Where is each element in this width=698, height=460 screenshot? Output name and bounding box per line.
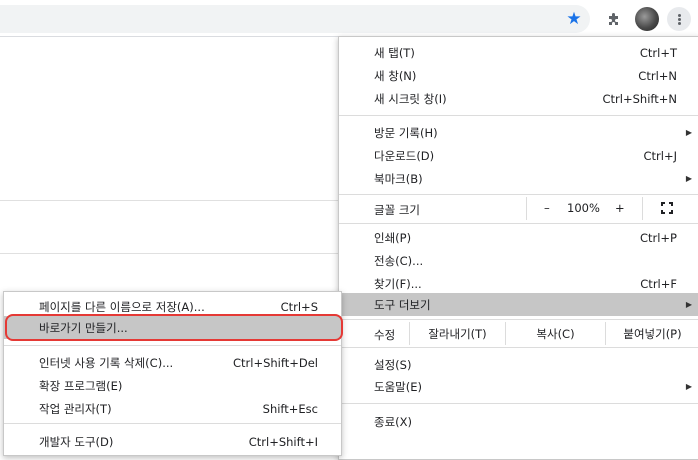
menu-item-label: 전송(C)... <box>374 253 424 268</box>
menu-item-downloads[interactable]: 다운로드(D) Ctrl+J <box>339 144 698 167</box>
menu-item-label: 종료(X) <box>374 414 413 429</box>
menu-separator <box>339 223 698 224</box>
menu-separator <box>339 194 698 195</box>
menu-item-label: 작업 관리자(T) <box>39 401 112 416</box>
menu-item-settings[interactable]: 설정(S) <box>339 353 698 376</box>
menu-item-new-window[interactable]: 새 창(N) Ctrl+N <box>339 64 698 87</box>
cut-button[interactable]: 잘라내기(T) <box>409 322 505 345</box>
copy-label: 복사(C) <box>536 326 575 341</box>
menu-item-shortcut: Ctrl+S <box>280 299 318 314</box>
page-divider <box>0 253 340 254</box>
menu-item-cast[interactable]: 전송(C)... <box>339 249 698 272</box>
menu-item-label: 새 창(N) <box>374 68 417 83</box>
page-divider <box>0 200 340 201</box>
chevron-right-icon: ▶ <box>685 382 692 391</box>
menu-item-shortcut: Ctrl+F <box>640 276 677 291</box>
zoom-in-button[interactable]: + <box>615 201 625 215</box>
submenu-item-dev-tools[interactable]: 개발자 도구(D) Ctrl+Shift+I <box>4 430 341 453</box>
menu-item-new-tab[interactable]: 새 탭(T) Ctrl+T <box>339 41 698 64</box>
menu-item-label: 새 탭(T) <box>374 45 415 60</box>
paste-label: 붙여넣기(P) <box>623 326 682 341</box>
fullscreen-icon[interactable] <box>661 202 673 214</box>
menu-item-label: 방문 기록(H) <box>374 125 438 140</box>
menu-item-help[interactable]: 도움말(E) ▶ <box>339 375 698 398</box>
menu-separator <box>339 403 698 404</box>
menu-item-history[interactable]: 방문 기록(H) ▶ <box>339 121 698 144</box>
chevron-right-icon: ▶ <box>685 300 692 309</box>
menu-item-shortcut: Shift+Esc <box>262 401 318 416</box>
menu-item-print[interactable]: 인쇄(P) Ctrl+P <box>339 226 698 249</box>
menu-separator <box>339 115 698 116</box>
menu-item-find[interactable]: 찾기(F)... Ctrl+F <box>339 272 698 295</box>
menu-item-shortcut: Ctrl+T <box>639 45 677 60</box>
menu-item-shortcut: Ctrl+N <box>638 68 677 83</box>
star-icon[interactable]: ★ <box>563 8 585 30</box>
menu-item-label: 인터넷 사용 기록 삭제(C)... <box>39 355 174 370</box>
chevron-right-icon: ▶ <box>685 128 692 137</box>
edit-label: 수정 <box>374 328 396 342</box>
menu-separator <box>4 423 341 424</box>
puzzle-icon[interactable] <box>603 8 625 30</box>
menu-item-label: 다운로드(D) <box>374 148 435 163</box>
menu-item-label: 페이지를 다른 이름으로 저장(A)... <box>39 299 205 314</box>
menu-item-new-incognito[interactable]: 새 시크릿 창(I) Ctrl+Shift+N <box>339 87 698 110</box>
menu-item-label: 인쇄(P) <box>374 230 412 245</box>
cut-label: 잘라내기(T) <box>428 326 487 341</box>
menu-item-more-tools[interactable]: 도구 더보기 ▶ <box>339 293 698 316</box>
more-tools-submenu: 페이지를 다른 이름으로 저장(A)... Ctrl+S 바로가기 만들기...… <box>3 291 343 456</box>
menu-separator <box>339 347 698 348</box>
menu-item-exit[interactable]: 종료(X) <box>339 410 698 433</box>
menu-item-label: 개발자 도구(D) <box>39 434 114 449</box>
highlight-outline <box>5 314 343 341</box>
browser-toolbar: ★ <box>0 0 698 37</box>
menu-item-bookmarks[interactable]: 북마크(B) ▶ <box>339 167 698 190</box>
menu-item-label: 찾기(F)... <box>374 276 422 291</box>
copy-button[interactable]: 복사(C) <box>505 322 605 345</box>
menu-separator <box>4 345 341 346</box>
menu-separator <box>339 319 698 320</box>
menu-item-shortcut: Ctrl+Shift+N <box>602 91 677 106</box>
menu-item-shortcut: Ctrl+J <box>643 148 678 163</box>
menu-item-shortcut: Ctrl+Shift+Del <box>233 355 318 370</box>
chevron-right-icon: ▶ <box>685 174 692 183</box>
submenu-item-extensions[interactable]: 확장 프로그램(E) <box>4 374 341 397</box>
zoom-row: 글꼴 크기 – 100% + <box>339 197 698 220</box>
zoom-label: 글꼴 크기 <box>374 203 420 217</box>
address-bar[interactable] <box>0 5 590 33</box>
menu-item-label: 도구 더보기 <box>374 297 431 312</box>
menu-item-label: 설정(S) <box>374 357 412 372</box>
submenu-item-task-manager[interactable]: 작업 관리자(T) Shift+Esc <box>4 397 341 420</box>
menu-item-label: 새 시크릿 창(I) <box>374 91 447 106</box>
menu-item-shortcut: Ctrl+P <box>639 230 677 245</box>
edit-row: 수정 잘라내기(T) 복사(C) 붙여넣기(P) <box>339 322 698 345</box>
zoom-value: 100% <box>567 201 600 215</box>
menu-item-shortcut: Ctrl+Shift+I <box>248 434 318 449</box>
kebab-menu-icon[interactable] <box>667 7 691 31</box>
avatar[interactable] <box>635 7 659 31</box>
zoom-control: – 100% + <box>526 197 643 220</box>
paste-button[interactable]: 붙여넣기(P) <box>605 322 698 345</box>
menu-item-label: 북마크(B) <box>374 171 423 186</box>
zoom-out-button[interactable]: – <box>544 201 550 215</box>
submenu-item-clear-browsing-data[interactable]: 인터넷 사용 기록 삭제(C)... Ctrl+Shift+Del <box>4 351 341 374</box>
menu-item-label: 확장 프로그램(E) <box>39 378 123 393</box>
menu-item-label: 도움말(E) <box>374 379 422 394</box>
chrome-main-menu: 새 탭(T) Ctrl+T 새 창(N) Ctrl+N 새 시크릿 창(I) C… <box>338 36 698 460</box>
